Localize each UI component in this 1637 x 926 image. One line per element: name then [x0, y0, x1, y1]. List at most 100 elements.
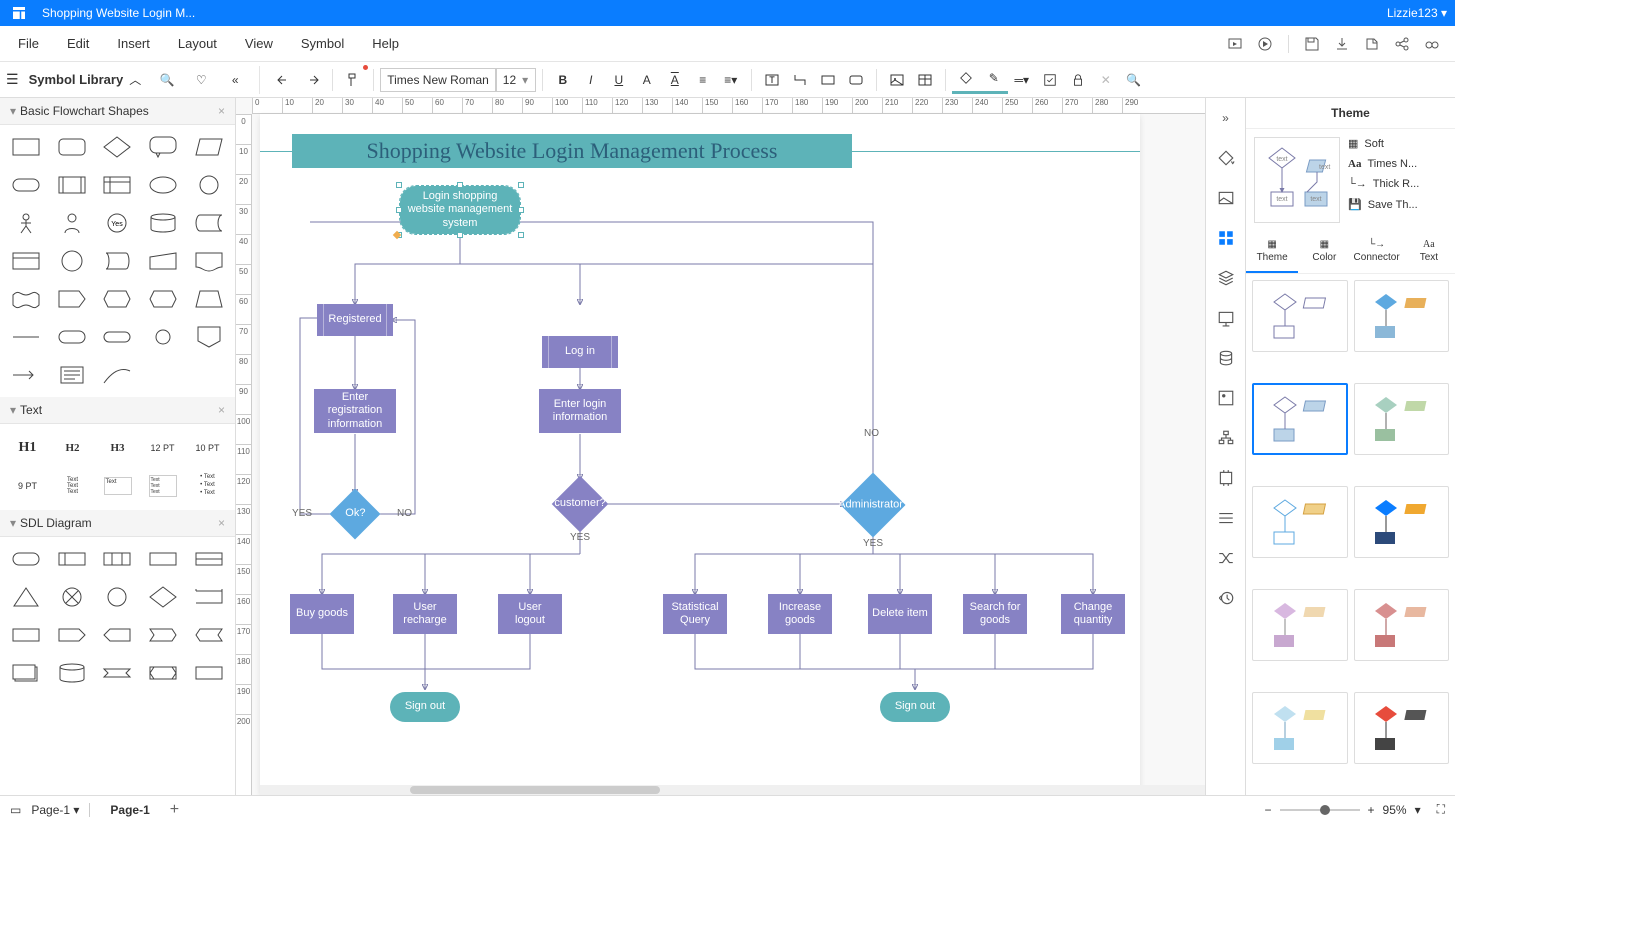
shape-diamond[interactable] — [96, 129, 140, 165]
expand-icon[interactable]: » — [1214, 106, 1238, 130]
page-tab[interactable]: Page-1 — [100, 801, 159, 819]
shape-manual-input[interactable] — [141, 243, 185, 279]
sdl-triangle[interactable] — [4, 579, 48, 615]
select-icon[interactable] — [1036, 66, 1064, 94]
node-admin[interactable]: Administrator? — [840, 472, 905, 537]
text-10pt[interactable]: 10 PT — [186, 430, 229, 466]
picture-icon[interactable] — [1214, 386, 1238, 410]
shape-pill[interactable] — [96, 319, 140, 355]
shape-document[interactable] — [187, 243, 231, 279]
save-icon[interactable] — [1299, 31, 1325, 57]
node-registered[interactable]: Registered — [317, 304, 393, 336]
shape-yes-circle[interactable]: Yes — [96, 205, 140, 241]
node-enter-reg[interactable]: Enter registration information — [314, 389, 396, 433]
shape-actor[interactable] — [4, 205, 48, 241]
theme-thumb[interactable] — [1252, 280, 1348, 352]
theme-font-row[interactable]: AaTimes N... — [1348, 158, 1447, 170]
shape-curve[interactable] — [96, 357, 140, 393]
node-recharge[interactable]: User recharge — [393, 594, 457, 634]
shape-direct-data[interactable] — [96, 243, 140, 279]
slide-icon[interactable] — [1214, 306, 1238, 330]
table-icon[interactable] — [911, 66, 939, 94]
shape-ellipse[interactable] — [141, 167, 185, 203]
node-search[interactable]: Search for goods — [963, 594, 1027, 634]
node-customer[interactable]: customer? — [552, 476, 609, 533]
shape-rectangle[interactable] — [4, 129, 48, 165]
page-layout-icon[interactable]: ▭ — [10, 803, 21, 817]
node-buy[interactable]: Buy goods — [290, 594, 354, 634]
line-spacing-icon[interactable]: ≡▾ — [717, 66, 745, 94]
user-menu[interactable]: Lizzie123 — [1387, 6, 1447, 20]
favorite-icon[interactable]: ♡ — [187, 66, 215, 94]
section-text[interactable]: Text× — [0, 397, 235, 424]
export-icon[interactable] — [1359, 31, 1385, 57]
glasses-icon[interactable] — [1419, 31, 1445, 57]
shape-line[interactable] — [4, 319, 48, 355]
theme-thumb[interactable] — [1354, 486, 1450, 558]
text-h3[interactable]: H3 — [96, 430, 139, 466]
database-icon[interactable] — [1214, 346, 1238, 370]
sdl-flag-l[interactable] — [187, 617, 231, 653]
image-icon[interactable] — [1214, 186, 1238, 210]
node-stat[interactable]: Statistical Query — [663, 594, 727, 634]
presentation-icon[interactable] — [1222, 31, 1248, 57]
section-basic-flowchart[interactable]: Basic Flowchart Shapes× — [0, 98, 235, 125]
menu-symbol[interactable]: Symbol — [289, 30, 356, 57]
close-icon[interactable]: × — [218, 403, 225, 417]
text-box-icon[interactable]: T — [758, 66, 786, 94]
underline-icon[interactable]: U — [605, 66, 633, 94]
shape-offpage[interactable] — [187, 319, 231, 355]
redo-icon[interactable] — [298, 66, 326, 94]
image-icon[interactable] — [883, 66, 911, 94]
line-color-icon[interactable]: ✎ — [980, 66, 1008, 94]
horizontal-scrollbar[interactable] — [260, 785, 1205, 795]
close-icon[interactable]: × — [218, 516, 225, 530]
sdl-shape-11[interactable] — [4, 617, 48, 653]
list-icon[interactable] — [1214, 506, 1238, 530]
theme-thumb[interactable] — [1252, 589, 1348, 661]
shape-pentagon[interactable] — [50, 281, 94, 317]
sdl-flag-r[interactable] — [141, 617, 185, 653]
text-list-box[interactable]: TextTextText — [141, 468, 184, 504]
shape-callout[interactable] — [141, 129, 185, 165]
text-12pt[interactable]: 12 PT — [141, 430, 184, 466]
text-h1[interactable]: H1 — [6, 430, 49, 466]
menu-file[interactable]: File — [6, 30, 51, 57]
bold-icon[interactable]: B — [549, 66, 577, 94]
shape-small-circle[interactable] — [141, 319, 185, 355]
shape-stored-data[interactable] — [187, 205, 231, 241]
shape-circle-outline[interactable] — [50, 243, 94, 279]
fullscreen-icon[interactable]: ⛶ — [1437, 802, 1445, 817]
node-delete[interactable]: Delete item — [868, 594, 932, 634]
app-logo-icon[interactable] — [8, 2, 30, 24]
text-h2[interactable]: H2 — [51, 430, 94, 466]
format-painter-icon[interactable] — [339, 66, 367, 94]
shape-tape[interactable] — [4, 281, 48, 317]
download-icon[interactable] — [1329, 31, 1355, 57]
shuffle-icon[interactable] — [1214, 546, 1238, 570]
sdl-shape-4[interactable] — [141, 541, 185, 577]
menu-edit[interactable]: Edit — [55, 30, 101, 57]
org-icon[interactable] — [1214, 426, 1238, 450]
node-login[interactable]: Log in — [542, 336, 618, 368]
menu-help[interactable]: Help — [360, 30, 411, 57]
plugin-icon[interactable] — [1214, 466, 1238, 490]
sdl-circle-cross[interactable] — [50, 579, 94, 615]
tab-color[interactable]: ▦Color — [1298, 231, 1350, 273]
theme-connector-row[interactable]: └→Thick R... — [1348, 178, 1447, 190]
zoom-control[interactable]: − + 95%▾ ⛶ — [1265, 802, 1446, 817]
chevron-up-icon[interactable]: ︿ — [129, 71, 141, 88]
fill-icon[interactable] — [952, 66, 980, 94]
sdl-circle[interactable] — [96, 579, 140, 615]
tools-icon[interactable]: ✕ — [1092, 66, 1120, 94]
sdl-shape-20[interactable] — [187, 655, 231, 691]
sdl-shape-1[interactable] — [4, 541, 48, 577]
node-signout-2[interactable]: Sign out — [880, 692, 950, 722]
shape-rounded-rect[interactable] — [50, 129, 94, 165]
theme-thumb[interactable] — [1252, 692, 1348, 764]
share-icon[interactable] — [1389, 31, 1415, 57]
text-highlight-icon[interactable]: A — [661, 66, 689, 94]
tab-connector[interactable]: └→Connector — [1351, 231, 1403, 273]
node-increase[interactable]: Increase goods — [768, 594, 832, 634]
zoom-slider[interactable] — [1280, 809, 1360, 811]
